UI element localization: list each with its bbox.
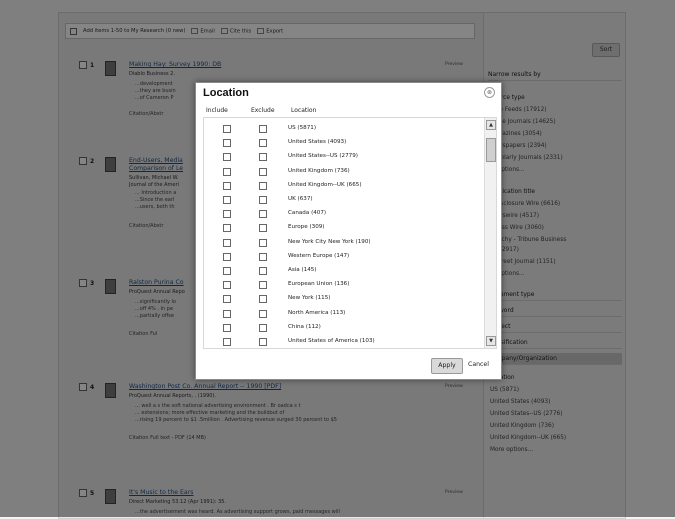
include-checkbox[interactable] <box>223 281 231 290</box>
include-checkbox[interactable] <box>223 295 231 304</box>
scroll-thumb[interactable] <box>486 138 496 162</box>
location-option-row: United States of America (103) <box>204 335 484 348</box>
location-option-label: United States--US (2779) <box>288 153 358 160</box>
location-option-row: New York (115) <box>204 292 484 307</box>
include-checkbox[interactable] <box>223 238 231 247</box>
location-option-label: North America (113) <box>288 309 346 316</box>
location-column-header: Location <box>291 107 317 114</box>
include-checkbox[interactable] <box>223 196 231 204</box>
location-option-label: European Union (136) <box>288 281 350 288</box>
dialog-title: Location <box>203 87 249 99</box>
cancel-button[interactable]: Cancel <box>468 361 489 368</box>
include-checkbox[interactable] <box>223 309 231 318</box>
include-checkbox[interactable] <box>223 153 231 162</box>
include-checkbox[interactable] <box>223 167 231 176</box>
location-option-row: UK (637) <box>204 193 484 208</box>
exclude-checkbox[interactable] <box>259 323 267 332</box>
scroll-down-icon[interactable]: ▼ <box>486 336 496 346</box>
exclude-checkbox[interactable] <box>259 252 267 261</box>
location-option-row: China (112) <box>204 321 484 336</box>
location-option-label: United Kingdom--UK (665) <box>288 181 362 188</box>
exclude-column-header: Exclude <box>251 107 275 114</box>
location-option-row: European Union (136) <box>204 278 484 293</box>
include-column-header: Include <box>206 107 228 114</box>
location-option-row: United States--US (2779) <box>204 150 484 165</box>
include-checkbox[interactable] <box>223 125 231 133</box>
exclude-checkbox[interactable] <box>259 181 267 190</box>
location-dialog: Location ⊗ Include Exclude Location US (… <box>195 82 502 380</box>
location-option-row: United Kingdom (736) <box>204 165 484 180</box>
location-option-row: North America (113) <box>204 307 484 322</box>
exclude-checkbox[interactable] <box>259 295 267 304</box>
exclude-checkbox[interactable] <box>259 267 267 275</box>
exclude-checkbox[interactable] <box>259 338 267 346</box>
location-option-row: Western Europe (147) <box>204 250 484 265</box>
include-checkbox[interactable] <box>223 338 231 346</box>
exclude-checkbox[interactable] <box>259 238 267 247</box>
location-option-label: New York (115) <box>288 295 331 302</box>
include-checkbox[interactable] <box>223 139 231 148</box>
exclude-checkbox[interactable] <box>259 125 267 133</box>
scroll-up-icon[interactable]: ▲ <box>486 120 496 130</box>
include-checkbox[interactable] <box>223 252 231 261</box>
list-scrollbar[interactable]: ▲ ▼ <box>484 118 496 348</box>
exclude-checkbox[interactable] <box>259 210 267 219</box>
location-option-label: United Kingdom (736) <box>288 167 350 174</box>
exclude-checkbox[interactable] <box>259 153 267 162</box>
location-option-row: Europe (309) <box>204 221 484 236</box>
location-option-label: United States (4093) <box>288 139 347 146</box>
location-option-label: United States of America (103) <box>288 338 375 344</box>
exclude-checkbox[interactable] <box>259 167 267 176</box>
location-option-label: China (112) <box>288 323 321 330</box>
location-option-row: United States (4093) <box>204 136 484 151</box>
location-option-label: Asia (145) <box>288 267 317 273</box>
location-option-row: US (5871) <box>204 122 484 137</box>
exclude-checkbox[interactable] <box>259 224 267 233</box>
include-checkbox[interactable] <box>223 210 231 219</box>
location-option-label: New York City New York (190) <box>288 238 371 245</box>
location-option-label: Europe (309) <box>288 224 325 231</box>
exclude-checkbox[interactable] <box>259 139 267 148</box>
include-checkbox[interactable] <box>223 323 231 332</box>
location-option-label: US (5871) <box>288 125 317 131</box>
location-options-list[interactable]: US (5871) United States (4093) United Stat… <box>203 117 497 349</box>
exclude-checkbox[interactable] <box>259 196 267 204</box>
location-option-label: Western Europe (147) <box>288 252 350 259</box>
close-icon[interactable]: ⊗ <box>484 87 495 98</box>
include-checkbox[interactable] <box>223 181 231 190</box>
include-checkbox[interactable] <box>223 267 231 275</box>
location-option-row: United Kingdom--UK (665) <box>204 179 484 194</box>
location-option-row: Canada (407) <box>204 207 484 222</box>
location-option-label: Canada (407) <box>288 210 327 217</box>
apply-button[interactable]: Apply <box>431 358 463 374</box>
exclude-checkbox[interactable] <box>259 281 267 290</box>
exclude-checkbox[interactable] <box>259 309 267 318</box>
include-checkbox[interactable] <box>223 224 231 233</box>
location-option-label: UK (637) <box>288 196 313 202</box>
location-option-row: Asia (145) <box>204 264 484 279</box>
location-option-row: New York City New York (190) <box>204 236 484 251</box>
